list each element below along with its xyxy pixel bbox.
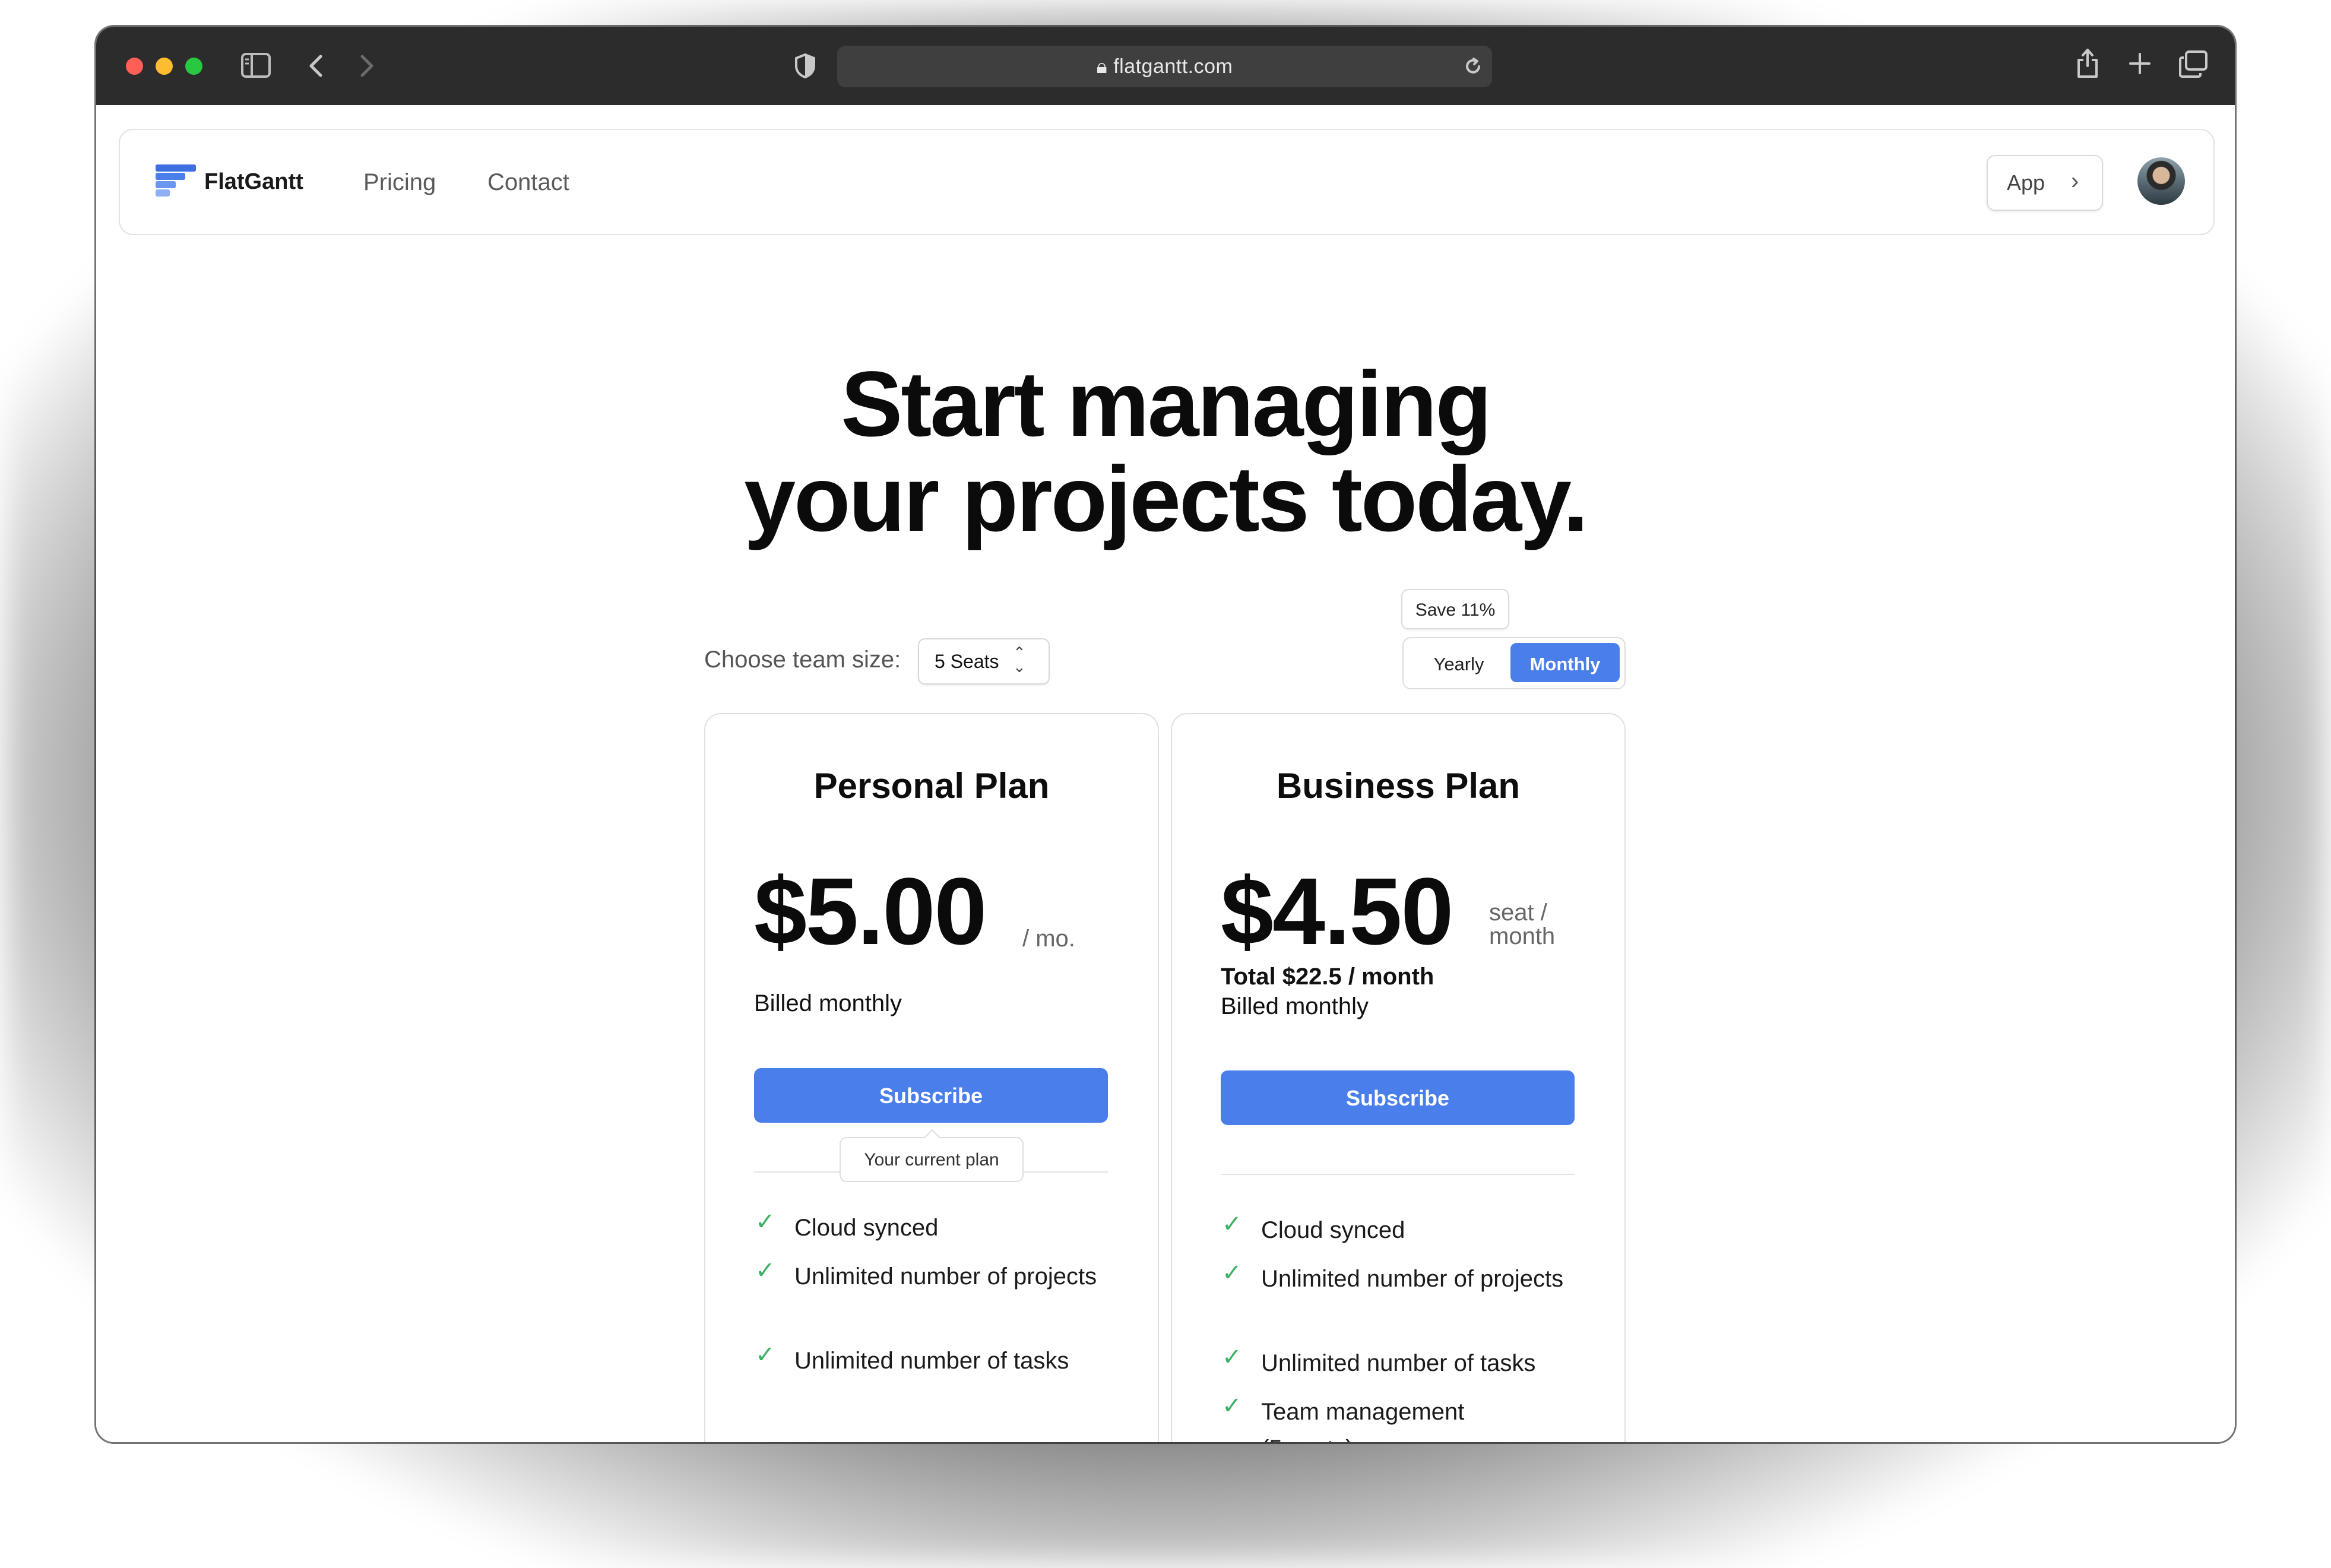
billing-toggle: Yearly Monthly [1402, 637, 1626, 689]
plan-card-personal: Personal Plan $5.00 / mo. Billed monthly… [704, 713, 1159, 1442]
plan-title: Business Plan [1276, 766, 1521, 806]
plan-price-unit: / mo. [1022, 926, 1075, 952]
current-plan-badge: Your current plan [840, 1137, 1024, 1182]
team-size-label: Choose team size: [704, 647, 901, 673]
app-button-label: App [2007, 170, 2045, 195]
divider [1221, 1174, 1575, 1175]
address-bar[interactable]: 🔒︎ flatgantt.com [837, 46, 1492, 87]
plan-price-unit: seat / month [1489, 899, 1556, 949]
chevron-right-icon: › [2071, 168, 2079, 194]
team-size-select[interactable]: 5 Seats ⌃ ⌄ [918, 638, 1050, 685]
chevron-up-down-icon: ⌃ ⌄ [1013, 644, 1026, 676]
tab-overview-icon[interactable] [2179, 50, 2208, 78]
hero-title-line-1: Start managing [841, 353, 1492, 456]
check-icon: ✓ [1222, 1393, 1242, 1419]
plan-total: Total $22.5 / month [1221, 964, 1434, 990]
check-icon: ✓ [755, 1342, 775, 1368]
minimize-window-button[interactable] [156, 58, 173, 75]
forward-icon[interactable] [359, 54, 375, 78]
billing-note: Billed monthly [1221, 993, 1369, 1019]
subscribe-button[interactable]: Subscribe [754, 1068, 1108, 1123]
check-icon: ✓ [755, 1209, 775, 1235]
url-text: 🔒︎ flatgantt.com [1096, 55, 1233, 78]
new-tab-icon[interactable] [2128, 52, 2152, 75]
billing-option-yearly[interactable]: Yearly [1408, 643, 1509, 682]
plan-price: $5.00 [754, 858, 987, 964]
lock-icon: 🔒︎ [1096, 55, 1108, 78]
brand-name[interactable]: FlatGantt [204, 169, 303, 195]
page-content: FlatGantt Pricing Contact App › Start ma… [96, 105, 2235, 1442]
reload-icon[interactable] [1463, 56, 1483, 77]
nav-link-contact[interactable]: Contact [487, 169, 569, 196]
subscribe-button[interactable]: Subscribe [1221, 1070, 1575, 1125]
avatar[interactable] [2137, 157, 2185, 205]
check-icon: ✓ [755, 1257, 775, 1284]
close-window-button[interactable] [126, 58, 143, 75]
nav-link-pricing[interactable]: Pricing [363, 169, 436, 196]
plan-price: $4.50 [1221, 858, 1453, 964]
share-icon[interactable] [2076, 47, 2099, 79]
plan-title: Personal Plan [813, 766, 1050, 806]
browser-toolbar: 🔒︎ flatgantt.com [96, 27, 2235, 106]
team-size-value: 5 Seats [935, 651, 999, 672]
hero-title-line-2: your projects today. [744, 448, 1588, 551]
shield-icon[interactable] [794, 53, 816, 79]
billing-option-monthly[interactable]: Monthly [1510, 643, 1620, 682]
app-button[interactable]: App › [1987, 155, 2103, 211]
flatgantt-logo-icon[interactable] [156, 164, 196, 197]
save-badge: Save 11% [1401, 589, 1509, 629]
check-icon: ✓ [1222, 1344, 1242, 1370]
back-icon[interactable] [308, 54, 324, 78]
plan-card-business: Business Plan $4.50 seat / month Total $… [1171, 713, 1626, 1442]
check-icon: ✓ [1222, 1211, 1242, 1237]
browser-window: 🔒︎ flatgantt.com FlatGantt Pricing Conta… [96, 27, 2235, 1442]
site-header: FlatGantt Pricing Contact App › [119, 129, 2215, 235]
billing-note: Billed monthly [754, 990, 902, 1016]
check-icon: ✓ [1222, 1260, 1242, 1286]
maximize-window-button[interactable] [185, 58, 202, 75]
sidebar-toggle-icon[interactable] [241, 53, 271, 78]
